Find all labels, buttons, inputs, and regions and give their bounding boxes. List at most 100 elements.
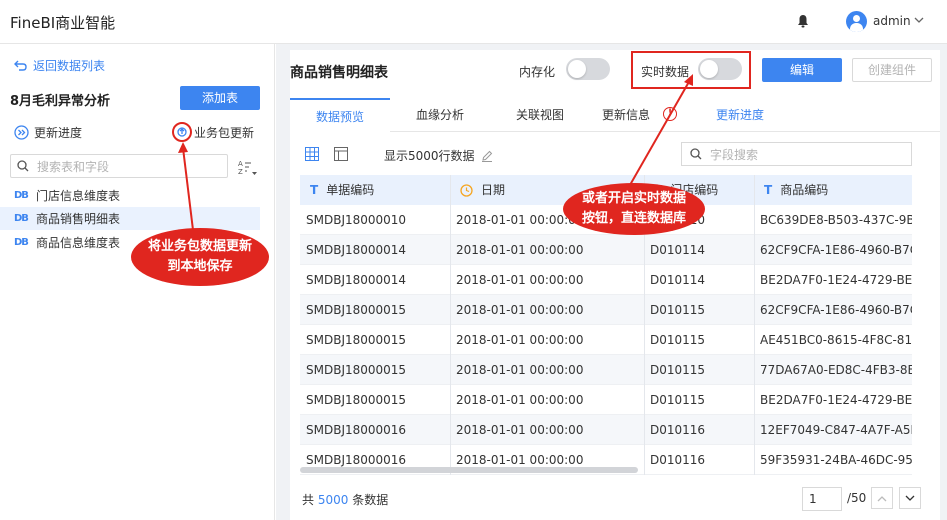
search-placeholder: 搜索表和字段 (37, 159, 110, 174)
column-header[interactable]: T 单据编码 (300, 175, 374, 205)
text-type-icon: T (310, 183, 319, 197)
field-search-input[interactable]: 字段搜索 (681, 142, 912, 166)
realtime-label: 实时数据 (641, 65, 690, 79)
grid-view-icon[interactable] (305, 147, 319, 161)
table-item[interactable]: DB 门店信息维度表 (0, 184, 260, 207)
table-row[interactable]: SMDBJ18000015 2018-01-01 00:00:00 D010115 6… (300, 295, 912, 325)
table-cell: 2018-01-01 00:00:00 (456, 273, 584, 287)
show-rows-label: 显示5000行数据 (384, 149, 475, 163)
table-row[interactable]: SMDBJ18000014 2018-01-01 00:00:00 D010114 6… (300, 235, 912, 265)
table-cell: SMDBJ18000014 (306, 273, 407, 287)
column-divider (450, 175, 451, 475)
realtime-toggle[interactable] (698, 58, 742, 80)
table-item-label: 门店信息维度表 (35, 189, 120, 203)
field-search-placeholder: 字段搜索 (710, 147, 759, 162)
page-number-input[interactable]: 1 (802, 487, 842, 511)
tab-update-info[interactable]: 更新信息 (590, 98, 662, 132)
table-item-active[interactable]: DB 商品销售明细表 (0, 207, 260, 230)
table-cell: SMDBJ18000015 (306, 363, 407, 377)
tab-update-progress[interactable]: 更新进度 (700, 98, 780, 132)
search-icon (690, 148, 702, 160)
chevron-down-icon (905, 495, 915, 501)
table-cell: D010116 (650, 453, 706, 467)
table-cell: D010116 (650, 423, 706, 437)
in-memory-toggle[interactable] (566, 58, 610, 80)
horizontal-scrollbar[interactable] (300, 467, 638, 473)
add-table-button[interactable]: 添加表 (180, 86, 260, 110)
database-icon: DB (14, 237, 29, 248)
table-cell: SMDBJ18000014 (306, 243, 407, 257)
column-header[interactable]: T 商品编码 (754, 175, 828, 205)
show-rows-setting[interactable]: 显示5000行数据 (384, 147, 493, 164)
table-cell: 2018-01-01 00:00:00 (456, 363, 584, 377)
package-title: 8月毛利异常分析 (10, 94, 111, 109)
table-search-input[interactable]: 搜索表和字段 (10, 154, 228, 178)
table-row[interactable]: SMDBJ18000016 2018-01-01 00:00:00 D010116 1… (300, 415, 912, 445)
table-cell: 2018-01-01 00:00:00 (456, 393, 584, 407)
table-cell: 2018-01-01 00:00:00 (456, 303, 584, 317)
page-total: /50 (847, 491, 867, 505)
table-cell: D010115 (650, 333, 706, 347)
update-progress-link[interactable]: 更新进度 (14, 124, 82, 141)
prev-page-button[interactable] (871, 487, 893, 509)
callout-right: 或者开启实时数据按钮，直连数据库 (563, 183, 705, 235)
table-cell: 62CF9CFA-1E86-4960-B7CA (760, 243, 912, 257)
app-title: FineBI商业智能 (10, 14, 116, 32)
table-cell: 2018-01-01 00:00:00 (456, 243, 584, 257)
table-cell: 12EF7049-C847-4A7F-A5B4 (760, 423, 912, 437)
svg-text:A: A (238, 160, 243, 168)
record-count: 共 5000 条数据 (302, 491, 388, 508)
table-cell: SMDBJ18000015 (306, 393, 407, 407)
pencil-icon[interactable] (481, 150, 493, 162)
table-cell: BE2DA7F0-1E24-4729-BED3 (760, 273, 912, 287)
back-to-list-link[interactable]: 返回数据列表 (14, 57, 105, 74)
back-label: 返回数据列表 (33, 59, 106, 73)
column-header-label: 单据编码 (326, 183, 375, 197)
bell-icon[interactable] (797, 14, 809, 28)
package-update-label: 业务包更新 (194, 125, 255, 140)
table-row[interactable]: SMDBJ18000015 2018-01-01 00:00:00 D010115 7… (300, 355, 912, 385)
edit-button[interactable]: 编辑 (762, 58, 842, 82)
table-row[interactable]: SMDBJ18000015 2018-01-01 00:00:00 D010115 B… (300, 385, 912, 415)
create-component-button[interactable]: 创建组件 (852, 58, 932, 82)
record-count-number: 5000 (317, 493, 349, 507)
table-cell: 77DA67A0-ED8C-4FB3-8E0 (760, 363, 912, 377)
database-icon: DB (14, 190, 29, 201)
clock-icon (460, 183, 473, 197)
table-cell: AE451BC0-8615-4F8C-8126 (760, 333, 912, 347)
table-cell: 2018-01-01 00:00:00 (456, 333, 584, 347)
table-item-label: 商品销售明细表 (35, 212, 120, 226)
user-name[interactable]: admin (873, 14, 911, 28)
table-cell: D010115 (650, 363, 706, 377)
table-cell: D010114 (650, 243, 706, 257)
package-update-button[interactable]: 业务包更新 (172, 122, 254, 142)
return-icon (14, 60, 27, 71)
chevron-down-icon[interactable] (914, 17, 924, 24)
sort-icon[interactable]: A Z (238, 158, 258, 176)
database-icon: DB (14, 213, 29, 224)
column-header-label: 日期 (481, 183, 506, 197)
fast-forward-icon (14, 125, 29, 140)
tab-bar: 数据预览 血缘分析 关联视图 更新信息 更新进度 (290, 98, 940, 132)
table-cell: 59F35931-24BA-46DC-9551 (760, 453, 912, 467)
search-icon (17, 160, 29, 172)
tab-relation-view[interactable]: 关联视图 (490, 98, 590, 132)
table-cell: 62CF9CFA-1E86-4960-B7CA (760, 303, 912, 317)
chevron-up-icon (877, 495, 887, 501)
table-row[interactable]: SMDBJ18000014 2018-01-01 00:00:00 D010114 B… (300, 265, 912, 295)
column-header[interactable]: 日期 (450, 175, 505, 205)
record-count-suffix: 条数据 (352, 493, 389, 507)
tab-lineage[interactable]: 血缘分析 (390, 98, 490, 132)
table-cell: 2018-01-01 00:00:00 (456, 423, 584, 437)
tab-data-preview[interactable]: 数据预览 (290, 98, 390, 132)
avatar[interactable] (846, 11, 867, 32)
table-cell: D010115 (650, 303, 706, 317)
table-cell: SMDBJ18000016 (306, 423, 407, 437)
refresh-icon[interactable] (172, 122, 192, 142)
next-page-button[interactable] (899, 487, 921, 509)
table-view-icon[interactable] (334, 147, 348, 161)
column-divider (754, 175, 755, 475)
table-row[interactable]: SMDBJ18000015 2018-01-01 00:00:00 D010115 A… (300, 325, 912, 355)
table-cell: D010114 (650, 273, 706, 287)
table-item-label: 商品信息维度表 (35, 236, 120, 250)
